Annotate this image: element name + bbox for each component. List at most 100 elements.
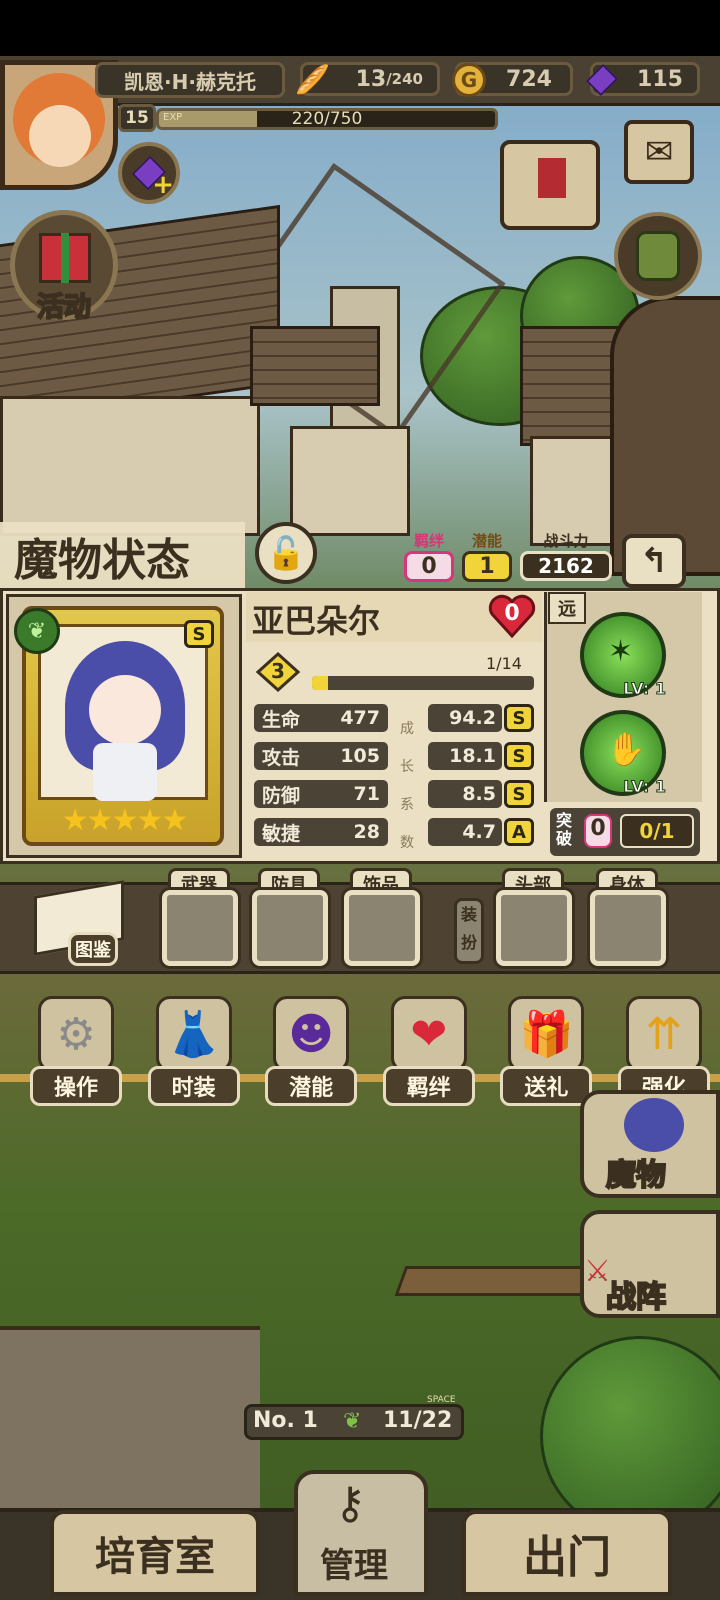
growth-grade: S xyxy=(504,780,534,808)
backpack-icon xyxy=(636,231,680,281)
player-name: 凯恩·H·赫克托 xyxy=(124,69,256,94)
bond-value: 0 xyxy=(404,551,454,582)
bond-label: 羁绊 xyxy=(413,532,444,550)
skill-level: LV: 1 xyxy=(623,777,667,797)
power-value: 2162 xyxy=(520,551,612,581)
house-roof xyxy=(250,326,380,406)
hand-icon: ✋ xyxy=(606,730,646,768)
element-leaf-icon: ❦ xyxy=(14,608,60,654)
monster-portrait xyxy=(38,624,208,801)
gem-value: 115 xyxy=(637,66,683,92)
stat-value: 477 xyxy=(340,707,380,729)
breakthrough-value: 0 xyxy=(584,814,612,848)
envelope-icon: ✉ xyxy=(644,132,674,172)
skill-2[interactable]: ✋ LV: 1 xyxy=(580,710,667,797)
monster-grade-badge: S xyxy=(184,620,214,648)
stat-box: 攻击 105 xyxy=(254,742,388,770)
accessory-slot[interactable] xyxy=(344,890,420,966)
back-button[interactable]: ↰ xyxy=(622,534,686,588)
growth-value: 18.1 xyxy=(428,742,502,770)
monsters-label: 魔物 xyxy=(605,1157,667,1194)
portrait-card[interactable]: ❦ S ★★★★★ xyxy=(14,606,224,846)
formation-label: 战阵 xyxy=(605,1279,667,1316)
codex-button[interactable]: 图鉴 xyxy=(28,880,128,968)
monster-face xyxy=(89,675,161,745)
stamina-value: 13 xyxy=(355,66,387,92)
potential-button[interactable]: ☻ 潜能 xyxy=(265,996,358,1106)
bond-button[interactable]: ❤ 羁绊 xyxy=(382,996,475,1106)
events-button[interactable]: 活动 xyxy=(10,210,118,324)
menu-label: 操作 xyxy=(30,1066,122,1106)
gift-button[interactable]: 🎁 送礼 xyxy=(500,996,593,1106)
star-icon: ★ xyxy=(136,803,163,838)
panel-title: 魔物状态 xyxy=(14,535,190,586)
formation-button[interactable]: ⚔ 战阵 xyxy=(580,1210,720,1318)
monster-body xyxy=(93,743,157,801)
weapon-slot[interactable] xyxy=(162,890,238,966)
outfit-icon: 👗 xyxy=(155,996,232,1072)
events-label: 活动 xyxy=(36,291,92,324)
padlock-icon: 🔓 xyxy=(266,534,306,572)
codex-label: 图鉴 xyxy=(68,932,118,966)
bush-tree xyxy=(540,1336,720,1536)
manage-button[interactable]: ⚷ 管理 xyxy=(294,1470,428,1596)
backpack-button[interactable] xyxy=(614,212,702,300)
manage-label: 管理 xyxy=(320,1546,388,1586)
growth-char: 数 xyxy=(400,835,414,851)
capacity-bar: No. 1 ❦ 11/22 SPACE xyxy=(244,1395,464,1440)
hearts-icon: ❤ xyxy=(390,996,467,1072)
gear-icon: ⚙ xyxy=(38,996,114,1072)
player-level: 15 xyxy=(118,104,156,132)
mail-button[interactable]: ✉ xyxy=(624,120,694,184)
go-out-label: 出门 xyxy=(523,1532,611,1583)
stat-label: 生命 xyxy=(262,708,301,731)
skill-1[interactable]: ✶ LV: 1 xyxy=(580,612,667,699)
go-out-button[interactable]: 出门 xyxy=(462,1510,672,1596)
growth-value: 4.7 xyxy=(428,818,502,846)
affection-heart[interactable]: 0 xyxy=(488,594,536,639)
operate-button[interactable]: ⚙ 操作 xyxy=(30,996,122,1106)
growth-label-vertical: 成 长 系 数 xyxy=(396,710,418,862)
up-arrows-icon: ⇈ xyxy=(625,996,702,1072)
gift-box-icon: 🎁 xyxy=(508,996,585,1072)
monsters-button[interactable]: 魔物 xyxy=(580,1090,720,1198)
menu-label: 潜能 xyxy=(265,1066,358,1106)
nursery-label: 培育室 xyxy=(95,1533,215,1580)
nursery-button[interactable]: 培育室 xyxy=(50,1510,260,1596)
potential-label: 潜能 xyxy=(471,532,502,550)
exp-text: 220/750 xyxy=(291,109,363,129)
stat-label: 攻击 xyxy=(262,746,301,769)
range-tag: 远 xyxy=(548,592,586,624)
stat-label: 敏捷 xyxy=(262,822,301,845)
breakthrough-box[interactable]: 突破 0 0/1 xyxy=(550,808,700,856)
head-slot[interactable] xyxy=(496,890,572,966)
return-arrow-icon: ↰ xyxy=(639,541,669,581)
rank-value: 3 xyxy=(271,659,285,683)
space-value: 11/22 xyxy=(383,1408,453,1433)
rank-progress-text: 1/14 xyxy=(486,654,522,673)
body-slot[interactable] xyxy=(590,890,666,966)
buy-gems-button[interactable]: + xyxy=(118,142,180,204)
stamina-counter[interactable]: 🥖 13/240 xyxy=(295,62,440,96)
monster-face-icon xyxy=(624,1098,684,1152)
gold-counter[interactable]: G 724 xyxy=(452,62,573,97)
fashion-button[interactable]: 👗 时装 xyxy=(147,996,240,1106)
star-icon: ★ xyxy=(161,803,188,838)
growth-char: 长 xyxy=(400,759,414,775)
gift-ribbon xyxy=(61,233,69,283)
gem-counter[interactable]: 115 xyxy=(586,62,700,96)
armor-slot[interactable] xyxy=(252,890,328,966)
star-icon: ★ xyxy=(111,803,139,838)
menu-label: 时装 xyxy=(147,1066,240,1106)
stat-label: 防御 xyxy=(262,784,301,807)
star-icon: ★ xyxy=(86,803,114,838)
skill-level: LV: 1 xyxy=(623,679,667,699)
plank xyxy=(394,1266,596,1296)
lock-button[interactable]: 🔓 xyxy=(255,522,317,584)
plus-icon: + xyxy=(152,170,174,200)
quest-scroll-button[interactable] xyxy=(500,140,600,230)
bread-icon: 🥖 xyxy=(295,63,330,96)
exp-bar: EXP 220/750 xyxy=(156,108,498,130)
growth-grade: S xyxy=(504,742,534,770)
space-label: SPACE xyxy=(427,1395,456,1405)
